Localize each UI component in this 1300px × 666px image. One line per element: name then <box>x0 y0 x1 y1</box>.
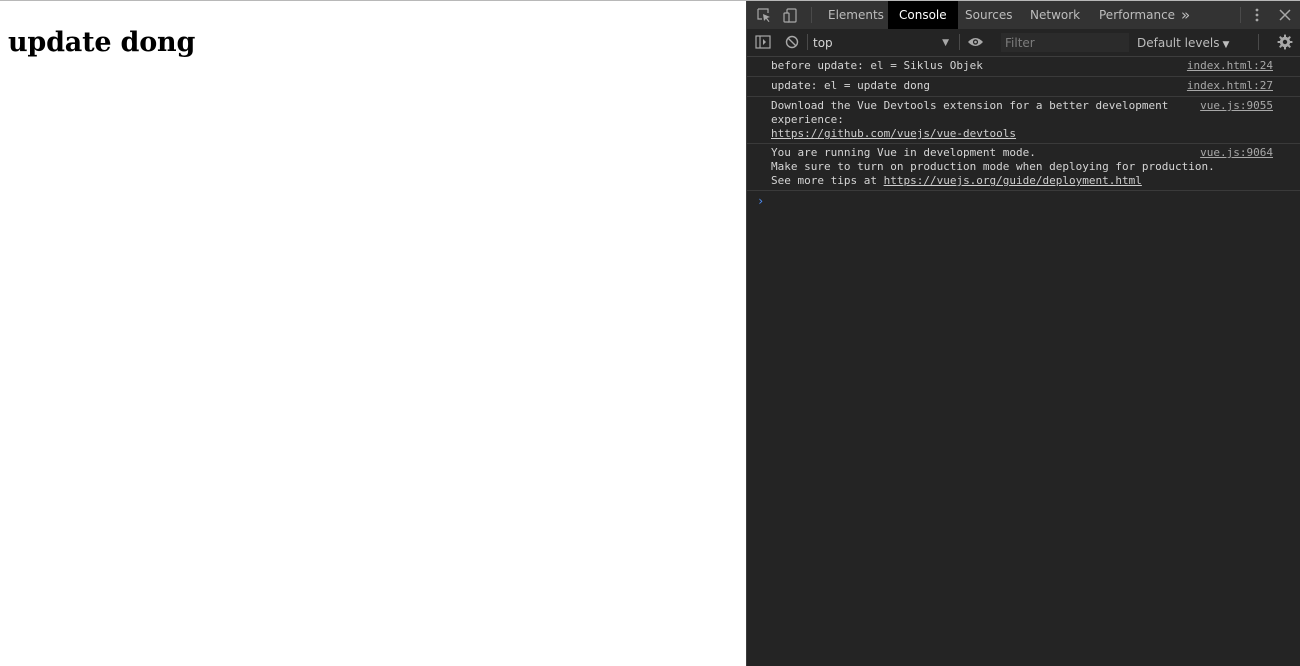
log-levels-label: Default levels <box>1137 36 1220 50</box>
device-toolbar-icon[interactable] <box>781 6 799 24</box>
console-message: update: el = update dong index.html:27 <box>747 77 1300 97</box>
console-message: before update: el = Siklus Objek index.h… <box>747 57 1300 77</box>
console-message: Download the Vue Devtools extension for … <box>747 97 1300 144</box>
source-link[interactable]: vue.js:9064 <box>1200 146 1273 160</box>
screen: update dong Elements Console Sources Net… <box>0 0 1300 666</box>
tab-sources[interactable]: Sources <box>954 1 1023 29</box>
context-selector[interactable]: top ▼ <box>813 34 953 52</box>
tabbar-separator <box>1240 7 1241 23</box>
tab-performance[interactable]: Performance <box>1088 1 1186 29</box>
message-link[interactable]: https://github.com/vuejs/vue-devtools <box>771 127 1016 140</box>
toolbar-separator <box>807 34 808 50</box>
gear-icon[interactable] <box>1276 33 1294 51</box>
console-messages: before update: el = Siklus Objek index.h… <box>747 57 1300 211</box>
dropdown-arrow-icon: ▼ <box>942 38 949 48</box>
message-link[interactable]: https://vuejs.org/guide/deployment.html <box>884 174 1142 187</box>
eye-icon[interactable] <box>966 33 984 51</box>
sidebar-toggle-icon[interactable] <box>754 33 772 51</box>
message-body: Download the Vue Devtools extension for … <box>771 99 1169 126</box>
page-viewport: update dong <box>0 1 746 666</box>
tab-console[interactable]: Console <box>888 1 958 29</box>
message-text: You are running Vue in development mode.… <box>771 146 1273 188</box>
kebab-menu-icon[interactable] <box>1248 6 1266 24</box>
tabbar-separator <box>811 7 812 23</box>
console-toolbar: top ▼ Default levels▼ <box>747 29 1300 57</box>
filter-input[interactable] <box>1001 33 1129 52</box>
toolbar-separator <box>1258 34 1259 50</box>
tab-network[interactable]: Network <box>1019 1 1091 29</box>
source-link[interactable]: index.html:24 <box>1187 59 1273 73</box>
tab-elements[interactable]: Elements <box>817 1 895 29</box>
clear-console-icon[interactable] <box>783 33 801 51</box>
context-value: top <box>813 36 833 50</box>
devtools-panel: Elements Console Sources Network Perform… <box>746 1 1300 666</box>
page-heading: update dong <box>8 27 196 58</box>
inspect-element-icon[interactable] <box>755 6 773 24</box>
source-link[interactable]: index.html:27 <box>1187 79 1273 93</box>
log-levels-dropdown[interactable]: Default levels ▼ <box>1137 34 1229 52</box>
console-prompt[interactable]: › <box>747 191 1300 211</box>
more-tabs-button[interactable]: » <box>1175 1 1196 29</box>
toolbar-separator <box>959 34 960 50</box>
message-text: Download the Vue Devtools extension for … <box>771 99 1273 141</box>
dropdown-arrow-icon: ▼ <box>1222 40 1230 50</box>
close-icon[interactable] <box>1276 6 1294 24</box>
prompt-chevron-icon: › <box>757 194 765 208</box>
source-link[interactable]: vue.js:9055 <box>1200 99 1273 113</box>
devtools-tabbar: Elements Console Sources Network Perform… <box>747 1 1300 30</box>
console-message: You are running Vue in development mode.… <box>747 144 1300 191</box>
